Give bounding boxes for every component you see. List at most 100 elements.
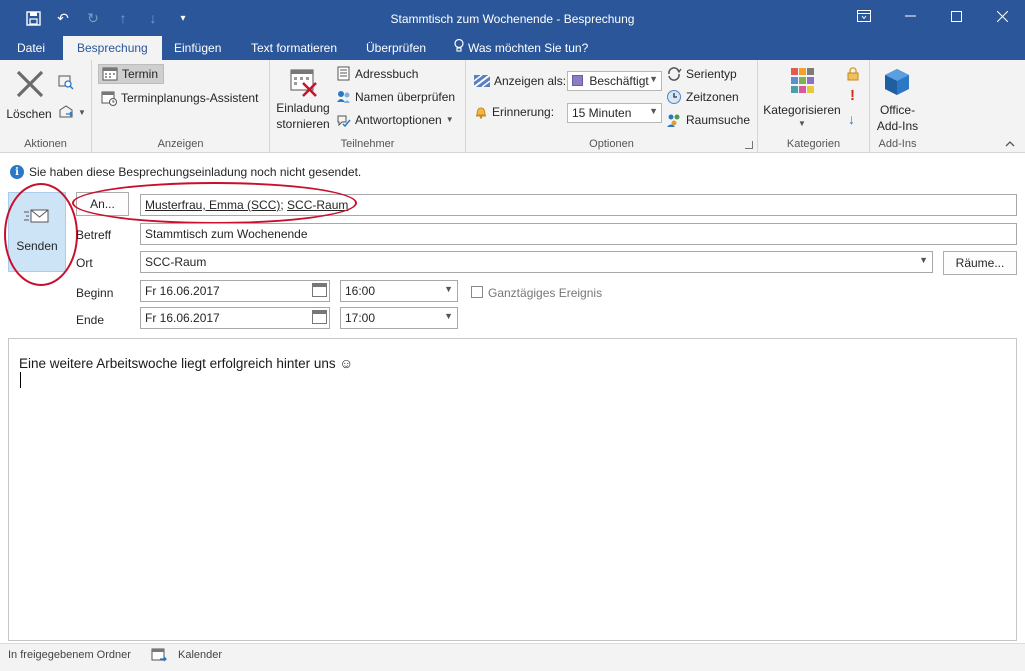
end-date-input[interactable]: Fr 16.06.2017 [140,307,330,329]
tab-datei[interactable]: Datei [7,36,55,60]
appointment-icon [102,67,118,81]
collapse-ribbon-icon[interactable] [1005,138,1015,150]
dialog-launcher-icon[interactable] [745,141,753,149]
end-time-value: 17:00 [345,311,376,325]
start-time-select[interactable]: 16:00 ▼ [340,280,458,302]
message-body[interactable]: Eine weitere Arbeitswoche liegt erfolgre… [8,338,1017,641]
tab-ueberpruefen[interactable]: Überprüfen [356,36,436,60]
tab-einfuegen[interactable]: Einfügen [164,36,231,60]
tell-me-label: Was möchten Sie tun? [468,41,589,55]
addressbook-button[interactable]: Adressbuch [336,66,418,81]
minimize-icon[interactable] [887,0,933,32]
cancel-invitation-icon [290,69,317,97]
office-addins-label-2: Add-Ins [876,119,919,133]
scheduling-assistant-button[interactable]: Terminplanungs-Assistent [101,90,258,106]
ribbon-tabs: Datei Besprechung Einfügen Text formatie… [0,36,1025,60]
web-search-button[interactable] [58,74,74,90]
bell-icon [476,107,486,119]
chevron-down-icon: ▼ [798,119,806,128]
cancel-invitation-button[interactable]: Einladung stornieren [274,66,332,131]
recipient-token[interactable]: SCC-Raum [287,198,348,212]
low-importance-icon[interactable]: ↓ [848,111,855,127]
subject-input[interactable]: Stammtisch zum Wochenende [140,223,1017,245]
addressbook-icon [337,66,350,81]
check-names-button[interactable]: Namen überprüfen [336,89,455,104]
group-label-addins: Add-Ins [878,138,917,150]
tab-besprechung[interactable]: Besprechung [63,36,162,60]
show-as-value: Beschäftigt [589,74,649,88]
close-icon[interactable] [979,0,1025,32]
office-addins-label-1: Office- [879,103,916,117]
globe-clock-icon [667,90,681,104]
end-date-value: Fr 16.06.2017 [145,311,220,325]
calendar-icon[interactable] [312,283,327,297]
group-label-anzeigen: Anzeigen [157,138,204,150]
info-text: Sie haben diese Besprechungseinladung no… [29,165,362,179]
cancel-invitation-label-2: stornieren [276,117,330,131]
delete-button[interactable]: Löschen [6,64,54,124]
chevron-down-icon: ▼ [919,255,928,265]
start-label: Beginn [76,286,114,300]
calendar-icon[interactable] [312,310,327,324]
reminder-select[interactable]: 15 Minuten ▼ [567,103,662,123]
show-as-label: Anzeigen als: [494,74,567,88]
office-addins-button[interactable]: Office- Add-Ins [870,66,925,133]
high-importance-icon[interactable]: ! [850,87,855,104]
tell-me-search[interactable]: Was möchten Sie tun? [444,36,598,60]
timezones-button[interactable]: Zeitzonen [666,89,739,105]
location-input[interactable]: SCC-Raum ▼ [140,251,933,273]
termin-button[interactable]: Termin [98,64,165,84]
calendar-folder-icon[interactable] [151,648,167,666]
delete-x-icon [16,70,44,98]
maximize-icon[interactable] [933,0,979,32]
show-as-select[interactable]: Beschäftigt ▼ [567,71,662,91]
room-finder-button[interactable]: Raumsuche [666,112,750,128]
recipient-token[interactable]: Musterfrau, Emma (SCC) [145,198,280,212]
group-label-aktionen: Aktionen [24,138,67,150]
send-button[interactable]: Senden [8,192,66,272]
timezones-label: Zeitzonen [686,90,739,104]
chevron-down-icon: ▼ [649,106,658,116]
window-controls [841,0,1025,32]
end-time-select[interactable]: 17:00 ▼ [340,307,458,329]
chevron-down-icon: ▼ [78,107,86,117]
recurrence-label: Serientyp [686,67,737,81]
private-lock-icon[interactable] [847,67,859,84]
group-aktionen: Löschen ▼ Aktionen [0,60,92,153]
show-as-label-row: Anzeigen als: [474,74,566,88]
chevron-down-icon: ▼ [444,311,453,321]
message-body-text: Eine weitere Arbeitswoche liegt erfolgre… [19,356,354,371]
scheduling-icon [101,91,117,106]
status-bar: In freigegebenem Ordner Kalender [0,643,1025,671]
info-bar: i Sie haben diese Besprechungseinladung … [10,165,361,179]
start-date-input[interactable]: Fr 16.06.2017 [140,280,330,302]
subject-label: Betreff [76,228,112,242]
group-addins: Office- Add-Ins Add-Ins [870,60,925,153]
categorize-icon [791,68,814,93]
show-as-icon [474,75,490,87]
rooms-button[interactable]: Räume... [943,251,1017,275]
calendar-folder-label[interactable]: Kalender [178,649,222,661]
check-names-label: Namen überprüfen [355,89,456,104]
allday-label: Ganztägiges Ereignis [488,286,603,300]
recurrence-button[interactable]: Serientyp [666,66,737,82]
response-options-icon [337,115,351,127]
group-anzeigen: Termin Terminplanungs-Assistent Anzeigen [92,60,270,153]
categorize-button[interactable]: Kategorisieren ▼ [762,66,842,132]
tab-text-formatieren[interactable]: Text formatieren [241,36,347,60]
end-label: Ende [76,313,105,327]
response-options-button[interactable]: Antwortoptionen ▼ [336,112,454,127]
calendar-search-icon [58,75,74,90]
allday-checkbox[interactable] [471,286,483,298]
reminder-label-row: Erinnerung: [474,105,554,119]
termin-label: Termin [122,67,159,81]
reminder-value: 15 Minuten [572,106,632,120]
to-button[interactable]: An... [76,192,129,216]
ribbon-display-icon[interactable] [841,0,887,32]
to-field[interactable]: Musterfrau, Emma (SCC); SCC-Raum [140,194,1017,216]
busy-swatch [572,75,583,86]
forward-meeting-button[interactable]: ▼ [58,104,86,120]
text-caret [20,372,21,388]
group-optionen: Anzeigen als: Beschäftigt ▼ Erinnerung: … [466,60,758,153]
chevron-down-icon: ▼ [649,74,658,84]
